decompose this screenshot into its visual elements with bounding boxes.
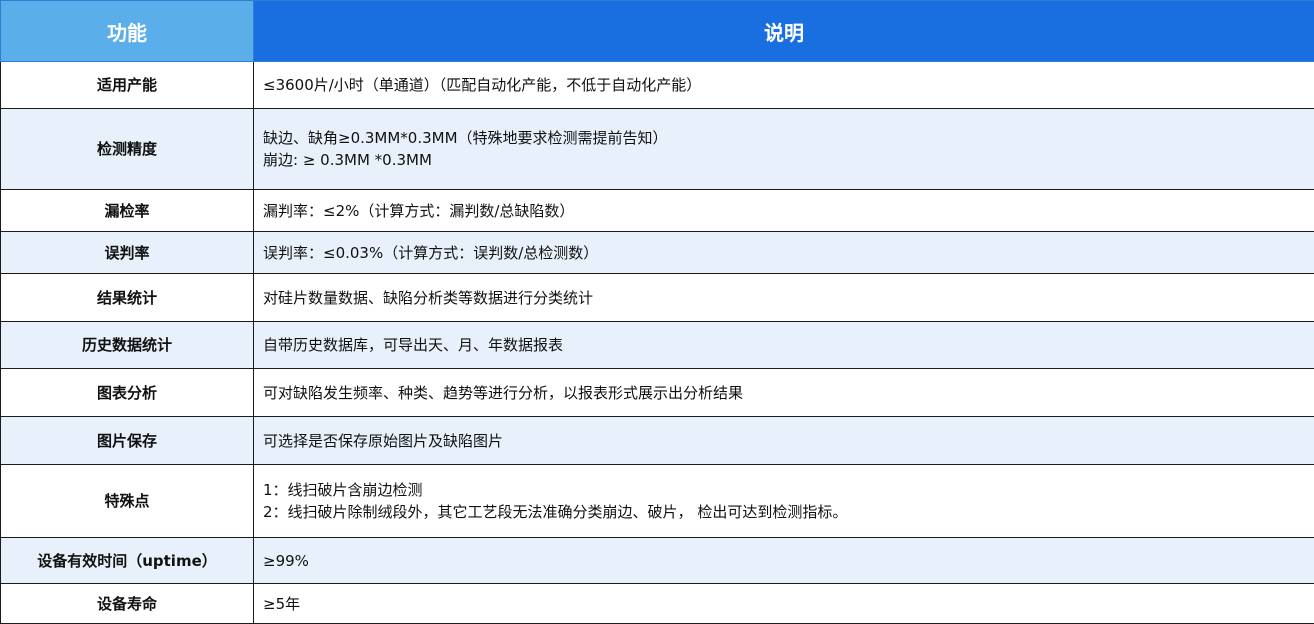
description-line: ≤3600片/小时（单通道）（匹配自动化产能，不低于自动化产能）: [263, 74, 1314, 96]
description-line: 对硅片数量数据、缺陷分析类等数据进行分类统计: [263, 287, 1314, 309]
table-row: 检测精度 缺边、缺角≥0.3MM*0.3MM（特殊地要求检测需提前告知） 崩边:…: [1, 109, 1314, 190]
row-function: 图表分析: [1, 369, 254, 417]
row-description: 漏判率：≤2%（计算方式：漏判数/总缺陷数）: [254, 190, 1314, 232]
description-line: 可选择是否保存原始图片及缺陷图片: [263, 430, 1314, 452]
row-function: 历史数据统计: [1, 322, 254, 369]
description-line: 自带历史数据库，可导出天、月、年数据报表: [263, 334, 1314, 356]
row-function: 检测精度: [1, 109, 254, 190]
table-row: 误判率 误判率：≤0.03%（计算方式：误判数/总检测数）: [1, 232, 1314, 274]
row-function: 误判率: [1, 232, 254, 274]
row-function: 设备寿命: [1, 584, 254, 624]
row-description: ≤3600片/小时（单通道）（匹配自动化产能，不低于自动化产能）: [254, 62, 1314, 109]
table-row: 适用产能 ≤3600片/小时（单通道）（匹配自动化产能，不低于自动化产能）: [1, 62, 1314, 109]
table-row: 历史数据统计 自带历史数据库，可导出天、月、年数据报表: [1, 322, 1314, 369]
table-row: 图表分析 可对缺陷发生频率、种类、趋势等进行分析，以报表形式展示出分析结果: [1, 369, 1314, 417]
row-description: 自带历史数据库，可导出天、月、年数据报表: [254, 322, 1314, 369]
row-description: 缺边、缺角≥0.3MM*0.3MM（特殊地要求检测需提前告知） 崩边: ≥ 0.…: [254, 109, 1314, 190]
row-description: 对硅片数量数据、缺陷分析类等数据进行分类统计: [254, 274, 1314, 322]
table-row: 设备有效时间（uptime） ≥99%: [1, 538, 1314, 584]
row-description: 可选择是否保存原始图片及缺陷图片: [254, 417, 1314, 465]
description-line: 可对缺陷发生频率、种类、趋势等进行分析，以报表形式展示出分析结果: [263, 382, 1314, 404]
row-description: 可对缺陷发生频率、种类、趋势等进行分析，以报表形式展示出分析结果: [254, 369, 1314, 417]
description-line: ≥99%: [263, 550, 1314, 572]
description-line: 1：线扫破片含崩边检测: [263, 479, 1314, 501]
row-description: 1：线扫破片含崩边检测 2：线扫破片除制绒段外，其它工艺段无法准确分类崩边、破片…: [254, 465, 1314, 538]
row-function: 图片保存: [1, 417, 254, 465]
table-row: 漏检率 漏判率：≤2%（计算方式：漏判数/总缺陷数）: [1, 190, 1314, 232]
table-row: 特殊点 1：线扫破片含崩边检测 2：线扫破片除制绒段外，其它工艺段无法准确分类崩…: [1, 465, 1314, 538]
table-row: 设备寿命 ≥5年: [1, 584, 1314, 624]
row-function: 漏检率: [1, 190, 254, 232]
row-description: ≥5年: [254, 584, 1314, 624]
row-function: 适用产能: [1, 62, 254, 109]
description-line: ≥5年: [263, 593, 1314, 615]
row-description: ≥99%: [254, 538, 1314, 584]
row-function: 设备有效时间（uptime）: [1, 538, 254, 584]
spec-table: 功能 说明 适用产能 ≤3600片/小时（单通道）（匹配自动化产能，不低于自动化…: [0, 0, 1314, 624]
description-line: 崩边: ≥ 0.3MM *0.3MM: [263, 149, 1314, 171]
description-line: 缺边、缺角≥0.3MM*0.3MM（特殊地要求检测需提前告知）: [263, 127, 1314, 149]
description-line: 漏判率：≤2%（计算方式：漏判数/总缺陷数）: [263, 200, 1314, 222]
column-header-function: 功能: [1, 1, 254, 62]
table-row: 结果统计 对硅片数量数据、缺陷分析类等数据进行分类统计: [1, 274, 1314, 322]
row-function: 结果统计: [1, 274, 254, 322]
row-function: 特殊点: [1, 465, 254, 538]
description-line: 2：线扫破片除制绒段外，其它工艺段无法准确分类崩边、破片， 检出可达到检测指标。: [263, 501, 1314, 523]
column-header-description: 说明: [254, 1, 1314, 62]
row-description: 误判率：≤0.03%（计算方式：误判数/总检测数）: [254, 232, 1314, 274]
description-line: 误判率：≤0.03%（计算方式：误判数/总检测数）: [263, 242, 1314, 264]
table-header-row: 功能 说明: [1, 1, 1314, 62]
table-row: 图片保存 可选择是否保存原始图片及缺陷图片: [1, 417, 1314, 465]
